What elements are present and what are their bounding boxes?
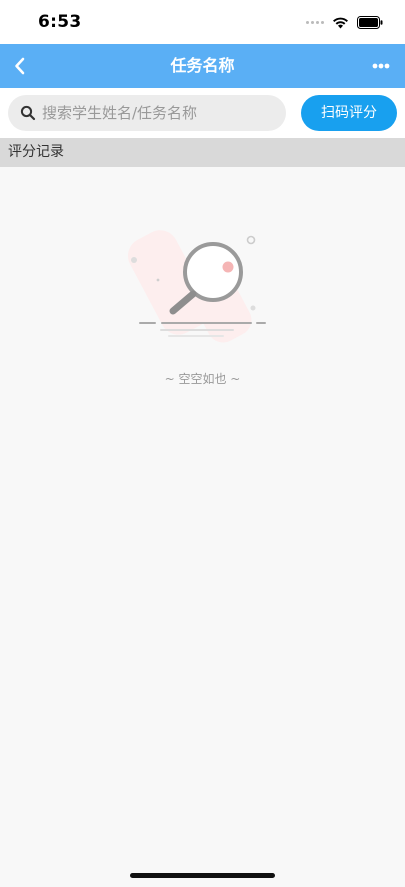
search-input[interactable]: 搜索学生姓名/任务名称 bbox=[8, 95, 286, 131]
section-title: 评分记录 bbox=[8, 144, 64, 160]
empty-search-illustration bbox=[125, 222, 280, 347]
more-dots-icon bbox=[372, 63, 390, 69]
more-button[interactable] bbox=[367, 54, 395, 78]
signal-icon bbox=[306, 20, 324, 24]
battery-icon bbox=[357, 15, 383, 29]
section-header: 评分记录 bbox=[0, 138, 405, 167]
page-title: 任务名称 bbox=[170, 56, 235, 75]
empty-search-icon bbox=[127, 230, 266, 343]
status-icons bbox=[306, 14, 383, 30]
home-indicator bbox=[130, 873, 275, 878]
chevron-left-icon bbox=[15, 57, 25, 75]
status-time: 6:53 bbox=[38, 12, 82, 32]
scan-score-button[interactable]: 扫码评分 bbox=[301, 95, 397, 131]
search-icon bbox=[20, 105, 36, 121]
search-row: 搜索学生姓名/任务名称 扫码评分 bbox=[0, 88, 405, 138]
nav-bar: 任务名称 bbox=[0, 44, 405, 88]
search-placeholder: 搜索学生姓名/任务名称 bbox=[42, 104, 198, 122]
status-bar: 6:53 bbox=[0, 0, 405, 44]
wifi-icon bbox=[333, 17, 348, 28]
empty-state-message: ~ 空空如也 ~ bbox=[164, 372, 241, 386]
back-button[interactable] bbox=[8, 52, 36, 80]
